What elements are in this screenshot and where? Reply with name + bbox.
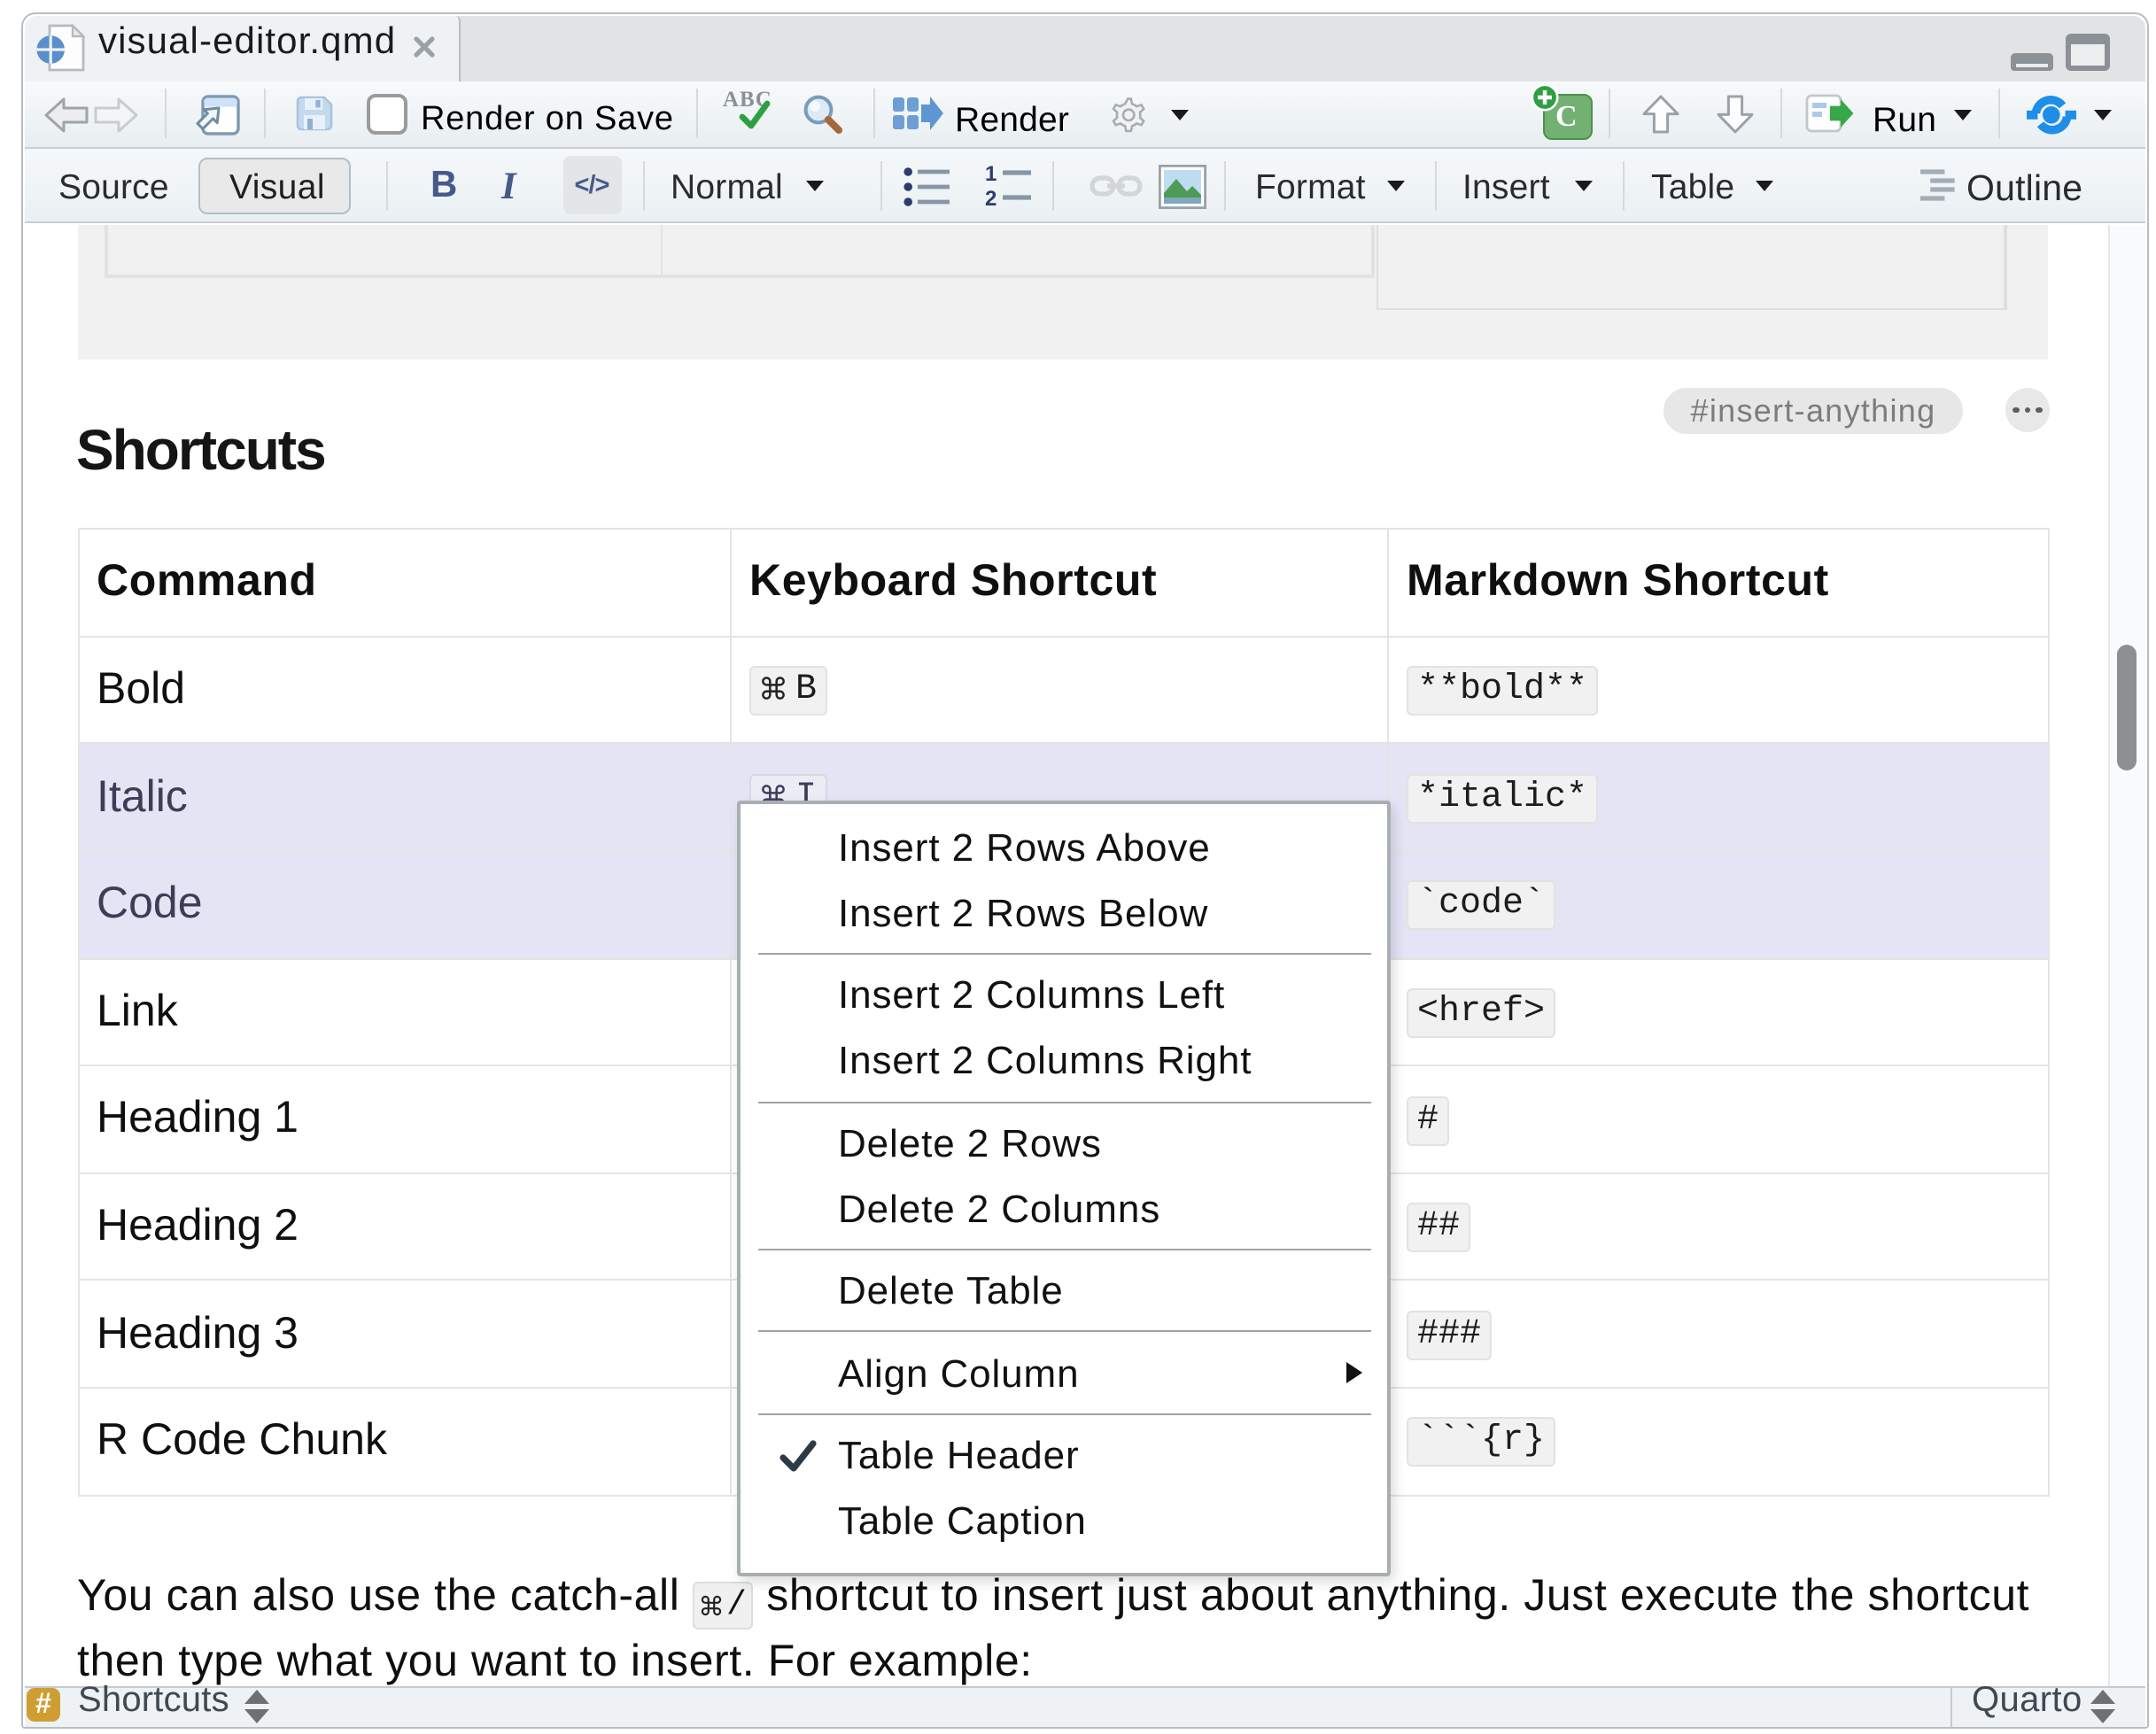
svg-text:2: 2 — [985, 187, 997, 209]
svg-text:1: 1 — [985, 163, 997, 186]
